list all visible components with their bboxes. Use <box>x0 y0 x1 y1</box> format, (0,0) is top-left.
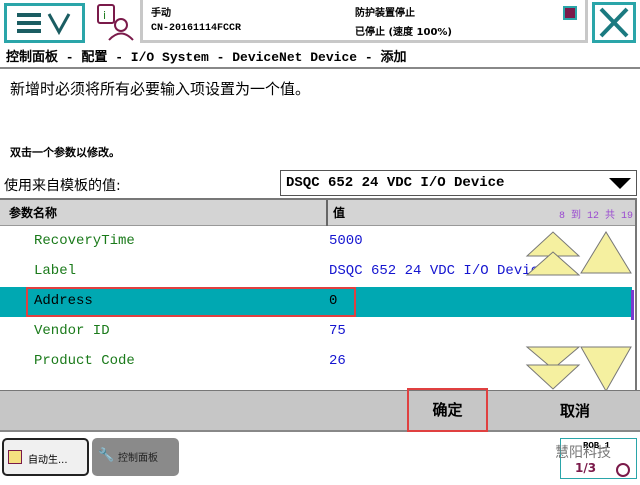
table-header: 参数名称 值 8 到 12 共 19 <box>0 200 635 226</box>
page-down-icon <box>580 346 632 393</box>
status-bar[interactable]: 手动 CN-20161114FCCR 防护装置停止 已停止 (速度 100%) <box>140 0 588 43</box>
message-area: 新增时必须将所有必要输入项设置为一个值。 双击一个参数以修改。 <box>0 67 640 171</box>
close-button[interactable] <box>592 2 636 43</box>
ok-button[interactable]: 确定 <box>407 388 488 432</box>
page-up-buttons <box>525 231 632 276</box>
table-row-selected[interactable]: Address 0 <box>0 287 632 317</box>
safety-status: 防护装置停止 <box>355 8 415 19</box>
cancel-button[interactable]: 取消 <box>530 391 620 431</box>
event-log-icon[interactable]: i <box>95 3 135 41</box>
close-icon <box>599 7 629 38</box>
breadcrumb: 控制面板 - 配置 - I/O System - DeviceNet Devic… <box>6 50 407 65</box>
hint-text: 双击一个参数以修改。 <box>10 146 120 159</box>
main-menu-button[interactable] <box>4 3 85 43</box>
operating-mode: 手动 <box>151 8 171 19</box>
watermark: 慧阳科技 <box>555 445 611 461</box>
column-header-value: 值 <box>333 206 346 220</box>
highlight-box <box>26 287 356 317</box>
taskbar-tab-control-panel[interactable]: 🔧 控制面板 <box>92 438 179 476</box>
template-label: 使用来自模板的值: <box>4 178 121 194</box>
page-down-buttons <box>525 346 632 393</box>
paging-info: 8 到 12 共 19 <box>558 211 633 222</box>
hamburger-menu-icon <box>17 13 71 36</box>
template-select[interactable]: DSQC 652 24 VDC I/O Device <box>280 170 637 196</box>
table-row[interactable]: Vendor ID 75 <box>0 317 632 347</box>
wrench-icon: 🔧 <box>98 448 115 463</box>
controller-name: CN-20161114FCCR <box>151 23 242 34</box>
svg-text:i: i <box>103 9 106 22</box>
stop-icon <box>616 463 630 477</box>
required-message: 新增时必须将所有必要输入项设置为一个值。 <box>10 80 311 98</box>
chevron-down-icon <box>609 178 631 189</box>
template-value: DSQC 652 24 VDC I/O Device <box>286 175 505 191</box>
button-bar: 确定 取消 <box>0 388 640 432</box>
column-header-name: 参数名称 <box>9 206 58 220</box>
run-state: 已停止 (速度 100%) <box>355 27 452 38</box>
page-up-icon <box>580 231 632 274</box>
taskbar: 自动生... 🔧 控制面板 慧阳科技 ROB_1 1/3 <box>0 434 640 480</box>
parameter-table: 参数名称 值 8 到 12 共 19 RecoveryTime 5000 Labe… <box>0 198 637 393</box>
app-icon <box>8 450 22 464</box>
taskbar-tab-autogen[interactable]: 自动生... <box>2 438 89 476</box>
scrollbar-thumb[interactable] <box>631 290 634 320</box>
quickset-icon[interactable] <box>563 6 577 20</box>
